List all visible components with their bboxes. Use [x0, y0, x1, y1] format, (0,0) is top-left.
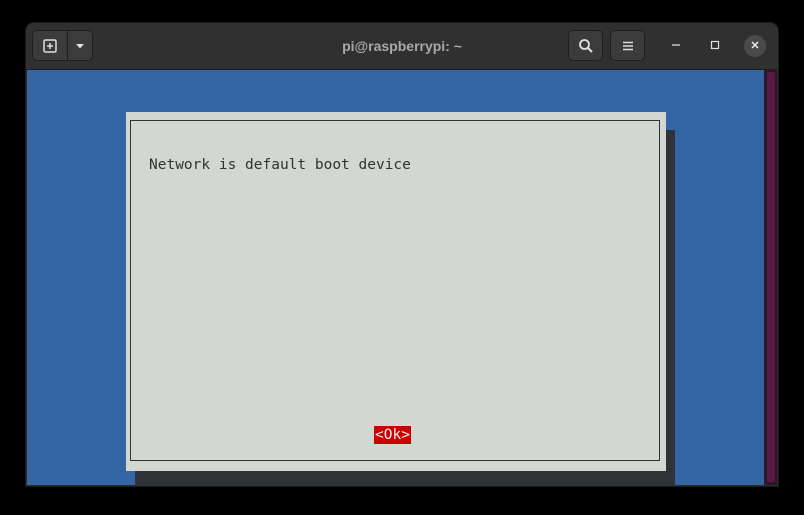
ok-button[interactable]: <Ok>	[374, 426, 411, 444]
search-icon	[578, 38, 594, 54]
new-tab-menu-button[interactable]	[67, 30, 93, 61]
scrollbar[interactable]	[764, 70, 777, 485]
menu-button[interactable]	[610, 30, 645, 61]
terminal-window: pi@raspberrypi: ~ Network is default boo…	[26, 23, 778, 486]
dialog-message: Network is default boot device	[149, 157, 411, 173]
minimize-button[interactable]	[665, 35, 687, 57]
title-bar[interactable]: pi@raspberrypi: ~	[26, 23, 778, 70]
chevron-down-icon	[74, 40, 86, 52]
message-dialog: Network is default boot device <Ok>	[126, 112, 666, 471]
maximize-icon	[710, 37, 720, 55]
dialog-frame: Network is default boot device <Ok>	[130, 120, 660, 461]
close-button[interactable]	[744, 35, 766, 57]
terminal-area[interactable]: Network is default boot device <Ok>	[27, 70, 764, 486]
minimize-icon	[671, 37, 681, 55]
hamburger-menu-icon	[621, 39, 635, 53]
close-icon	[750, 37, 760, 55]
maximize-button[interactable]	[704, 35, 726, 57]
new-tab-icon	[42, 38, 58, 54]
search-button[interactable]	[568, 30, 603, 61]
scrollbar-thumb[interactable]	[767, 72, 775, 482]
new-tab-button[interactable]	[32, 30, 68, 61]
